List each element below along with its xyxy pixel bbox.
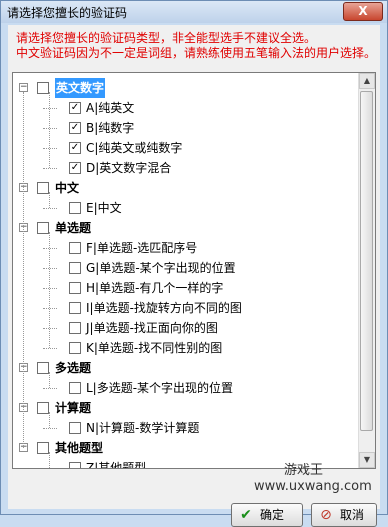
item-checkbox[interactable]: ✓ [69, 162, 81, 174]
watermark-title: 游戏王 [284, 463, 324, 478]
item-label[interactable]: Z|其他题型 [86, 458, 146, 468]
item-label[interactable]: G|单选题-某个字出现的位置 [86, 258, 236, 278]
item-label[interactable]: E|中文 [86, 198, 122, 218]
item-label[interactable]: D|英文数字混合 [86, 158, 171, 178]
group-checkbox[interactable] [37, 362, 49, 374]
notice-line-1: 请选择您擅长的验证码类型，非全能型选手不建议全选。 [16, 31, 317, 45]
item-checkbox[interactable] [69, 342, 81, 354]
dialog-body: 请选择您擅长的验证码类型，非全能型选手不建议全选。 中文验证码因为不一定是词组，… [8, 25, 380, 527]
ok-button[interactable]: ✔ 确定 [231, 503, 303, 527]
close-icon: X [358, 4, 368, 18]
item-label[interactable]: H|单选题-有几个一样的字 [86, 278, 223, 298]
item-checkbox[interactable] [69, 322, 81, 334]
group-checkbox[interactable] [37, 442, 49, 454]
notice-text: 请选择您擅长的验证码类型，非全能型选手不建议全选。 中文验证码因为不一定是词组，… [16, 31, 376, 61]
item-checkbox[interactable] [69, 302, 81, 314]
item-label[interactable]: I|单选题-找旋转方向不同的图 [86, 298, 242, 318]
close-button[interactable]: X [343, 2, 383, 21]
vertical-scrollbar[interactable]: ▲ ▼ [358, 73, 375, 468]
item-checkbox[interactable] [69, 422, 81, 434]
tree-connector [49, 192, 50, 208]
item-checkbox[interactable] [69, 282, 81, 294]
dialog-window: 请选择您擅长的验证码 X 请选择您擅长的验证码类型，非全能型选手不建议全选。 中… [0, 0, 388, 527]
tree-connector [49, 92, 50, 168]
item-checkbox[interactable] [69, 242, 81, 254]
group-checkbox[interactable] [37, 82, 49, 94]
tree-root-connector [23, 92, 24, 448]
group-label[interactable]: 中文 [55, 178, 79, 198]
group-checkbox[interactable] [37, 222, 49, 234]
item-label[interactable]: A|纯英文 [86, 98, 134, 118]
title-bar: 请选择您擅长的验证码 X [1, 1, 387, 23]
captcha-type-tree[interactable]: ▲ ▼ − 英文数字 ✓ A|纯英文 ✓ B|纯数字 ✓ C|纯英文或纯数字 ✓ D|英文数字混合… [12, 72, 376, 469]
check-icon: ✔ [240, 507, 252, 523]
item-checkbox[interactable] [69, 382, 81, 394]
item-checkbox[interactable]: ✓ [69, 122, 81, 134]
ok-button-label: 确定 [260, 508, 285, 522]
group-checkbox[interactable] [37, 182, 49, 194]
item-checkbox[interactable] [69, 202, 81, 214]
collapse-icon[interactable]: − [19, 83, 28, 92]
cancel-button-label: 取消 [340, 508, 365, 522]
group-label[interactable]: 单选题 [55, 218, 91, 238]
scroll-up-icon[interactable]: ▲ [359, 73, 375, 89]
item-label[interactable]: J|单选题-找正面向你的图 [86, 318, 218, 338]
no-entry-icon: ⊘ [320, 507, 332, 523]
group-label[interactable]: 多选题 [55, 358, 91, 378]
group-label[interactable]: 计算题 [55, 398, 91, 418]
item-checkbox[interactable] [69, 262, 81, 274]
item-label[interactable]: C|纯英文或纯数字 [86, 138, 182, 158]
tree-connector [49, 232, 50, 348]
group-label[interactable]: 其他题型 [55, 438, 103, 458]
cancel-button[interactable]: ⊘ 取消 [311, 503, 377, 527]
scroll-thumb[interactable] [360, 91, 373, 431]
watermark: 游戏王 www.uxwang.com [254, 463, 372, 495]
item-label[interactable]: F|单选题-选匹配序号 [86, 238, 197, 258]
tree-connector [49, 412, 50, 428]
item-checkbox[interactable]: ✓ [69, 102, 81, 114]
item-checkbox[interactable] [69, 462, 81, 468]
item-label[interactable]: L|多选题-某个字出现的位置 [86, 378, 233, 398]
item-checkbox[interactable]: ✓ [69, 142, 81, 154]
window-title: 请选择您擅长的验证码 [7, 6, 128, 20]
notice-line-2: 中文验证码因为不一定是词组，请熟练使用五笔输入法的用户选择。 [16, 46, 377, 60]
item-label[interactable]: B|纯数字 [86, 118, 134, 138]
watermark-url: www.uxwang.com [254, 479, 372, 494]
group-checkbox[interactable] [37, 402, 49, 414]
item-label[interactable]: K|单选题-找不同性别的图 [86, 338, 222, 358]
group-label[interactable]: 英文数字 [55, 78, 106, 98]
item-label[interactable]: N|计算题-数学计算题 [86, 418, 199, 438]
tree-connector [49, 452, 50, 468]
tree-connector [49, 372, 50, 388]
